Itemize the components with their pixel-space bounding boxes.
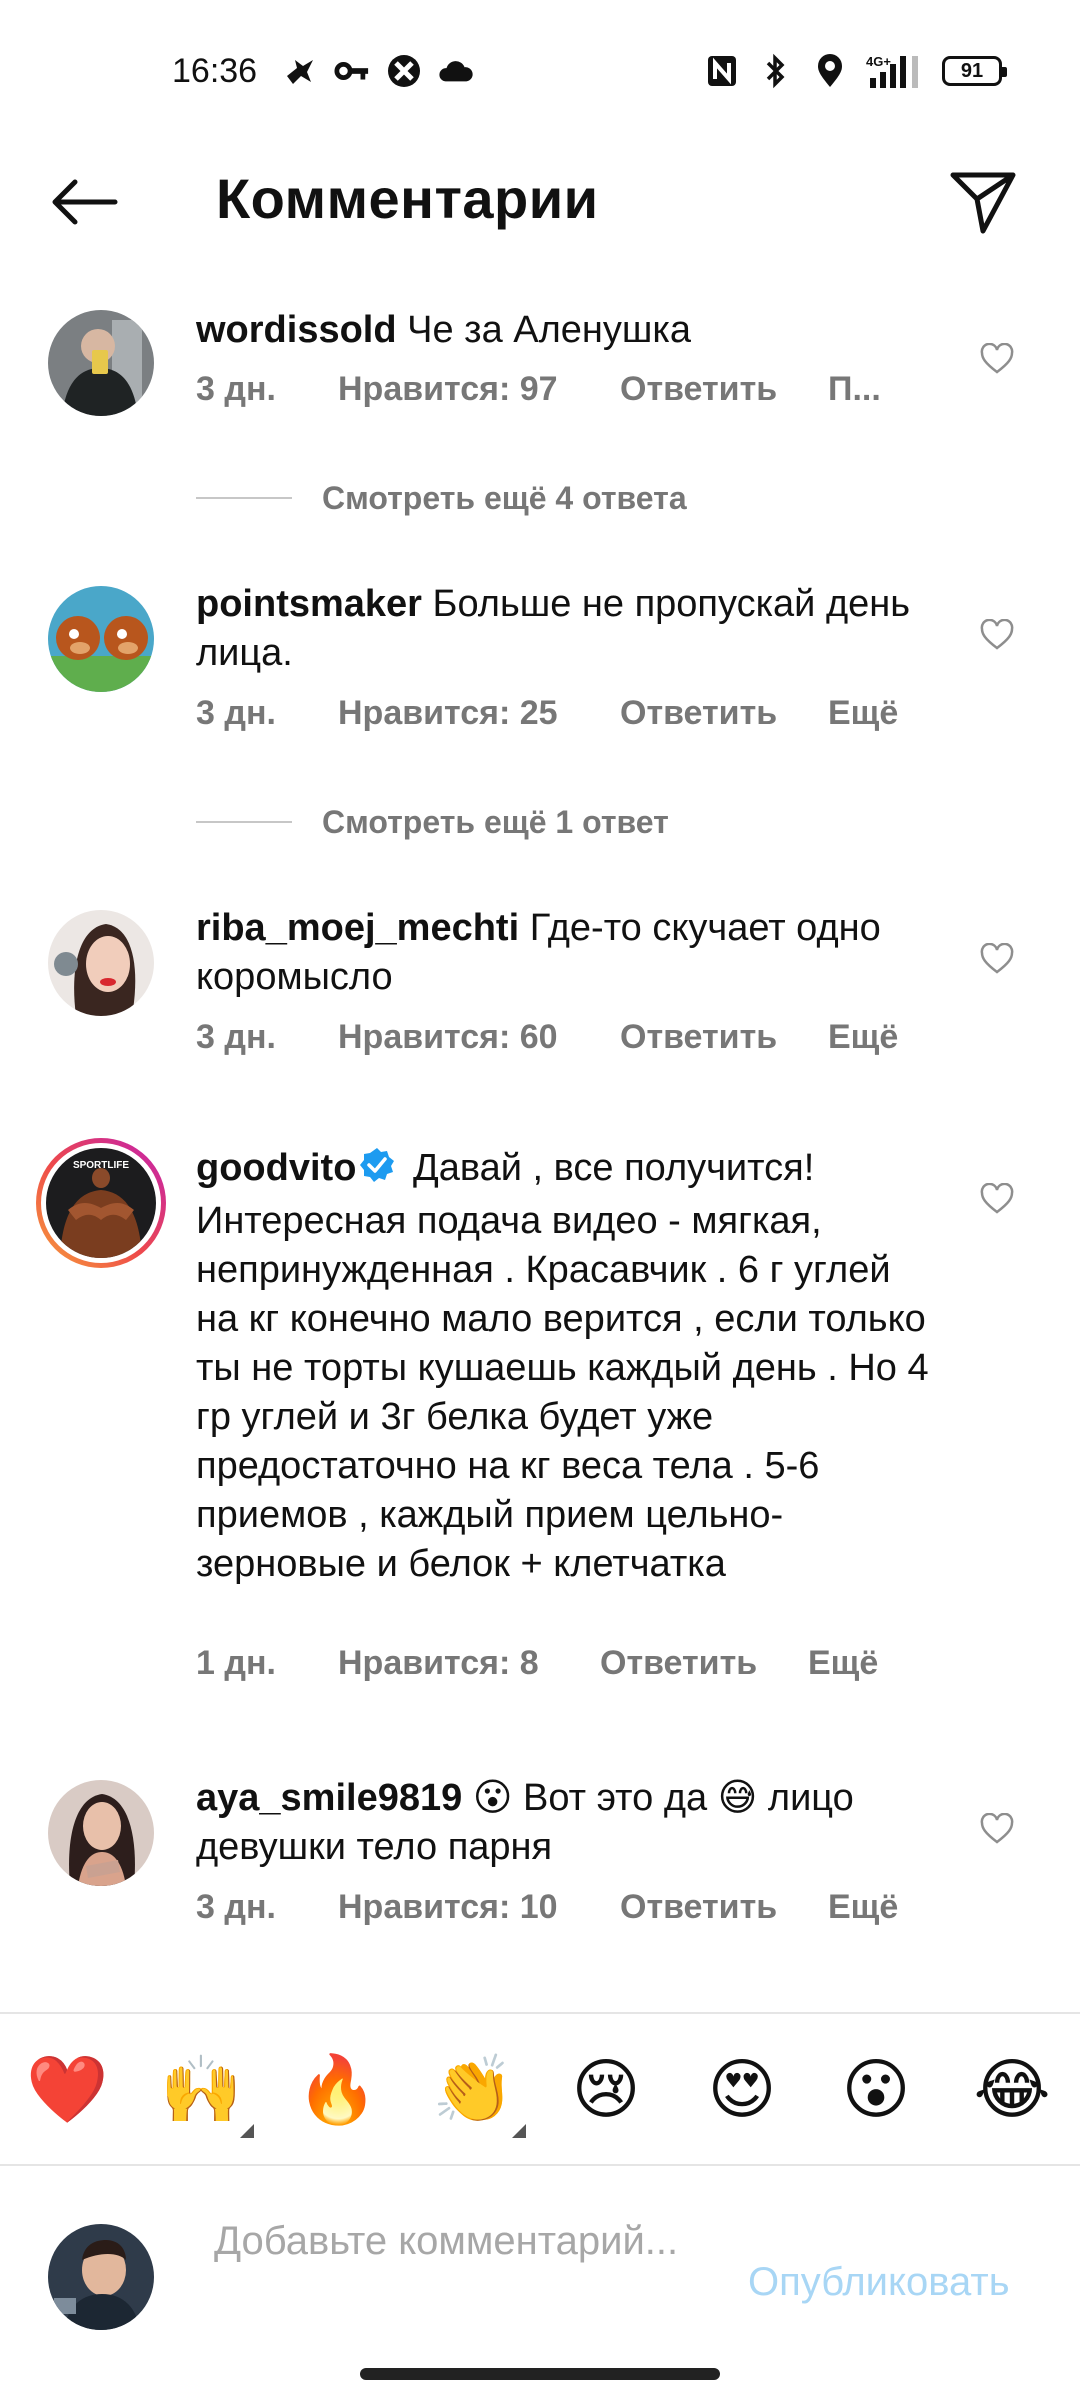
- avatar[interactable]: [48, 586, 154, 692]
- comment-username[interactable]: aya_smile9819: [196, 1777, 462, 1819]
- reply-button[interactable]: Ответить: [620, 694, 828, 744]
- more-button[interactable]: Ещё: [828, 1018, 898, 1068]
- view-replies-label: Смотреть ещё 4 ответа: [322, 479, 687, 516]
- reply-button[interactable]: Ответить: [620, 1888, 828, 1938]
- reply-button[interactable]: Ответить: [620, 1018, 828, 1068]
- emoji-surprised-button[interactable]: 😮: [836, 2050, 916, 2130]
- emoji-heart-eyes-button[interactable]: 😍: [702, 2050, 782, 2130]
- heart-icon: [980, 619, 1014, 650]
- comment-likes[interactable]: Нравится: 97: [338, 370, 620, 420]
- share-button[interactable]: [946, 166, 1022, 238]
- publish-button[interactable]: Опубликовать: [748, 2260, 1010, 2305]
- comment-text: Че за Аленушка: [407, 309, 691, 351]
- comment-username[interactable]: goodvito: [196, 1147, 356, 1189]
- heart-icon: [980, 343, 1014, 374]
- avatar[interactable]: [48, 910, 154, 1016]
- more-button[interactable]: П...: [828, 370, 881, 420]
- signal-icon: 4G+: [866, 53, 924, 89]
- divider-line: [196, 821, 292, 823]
- divider-line: [196, 497, 292, 499]
- svg-text:4G+: 4G+: [866, 54, 891, 69]
- like-button[interactable]: [972, 334, 1022, 384]
- comment-likes[interactable]: Нравится: 25: [338, 694, 620, 744]
- more-button[interactable]: Ещё: [828, 694, 898, 744]
- location-icon: [812, 53, 848, 89]
- paper-plane-icon: [950, 172, 1016, 234]
- emoji-heart-button[interactable]: ❤️: [26, 2050, 108, 2130]
- emoji-fire-button[interactable]: 🔥: [296, 2050, 378, 2130]
- comment-text: Давай , все получится! Интересная подача…: [196, 1147, 929, 1585]
- like-button[interactable]: [972, 1174, 1022, 1224]
- verified-badge-icon: [358, 1146, 396, 1197]
- heart-icon: [980, 943, 1014, 974]
- like-button[interactable]: [972, 610, 1022, 660]
- like-button[interactable]: [972, 934, 1022, 984]
- comment-likes[interactable]: Нравится: 10: [338, 1888, 620, 1938]
- cloud-icon: [438, 53, 474, 89]
- comment-time: 3 дн.: [196, 694, 276, 732]
- reply-button[interactable]: Ответить: [620, 370, 828, 420]
- avatar-label: SPORTLIFE: [73, 1160, 129, 1171]
- comment-time: 1 дн.: [196, 1644, 276, 1682]
- comment-username[interactable]: riba_moej_mechti: [196, 907, 519, 949]
- heart-icon: [980, 1813, 1014, 1844]
- page-title: Комментарии: [216, 167, 599, 230]
- comment-time: 3 дн.: [196, 1888, 276, 1926]
- my-avatar: [48, 2224, 154, 2330]
- more-button[interactable]: Ещё: [808, 1644, 878, 1694]
- avatar[interactable]: [48, 310, 154, 416]
- comment-item: riba_moej_mechti Где-то скучает одно кор…: [0, 904, 1080, 1074]
- emoji-raised-hands-button[interactable]: 🙌: [160, 2050, 242, 2130]
- bird-icon: [282, 53, 318, 89]
- nfc-icon: [704, 53, 740, 89]
- comment-username[interactable]: wordissold: [196, 309, 397, 351]
- heart-icon: [980, 1183, 1014, 1214]
- comment-item: wordissold Че за Аленушка 3 дн. Нравится…: [0, 306, 1080, 446]
- comment-item: pointsmaker Больше не пропускай день лиц…: [0, 580, 1080, 750]
- arrow-left-icon: [52, 179, 118, 225]
- avatar[interactable]: [48, 1780, 154, 1886]
- emoji-clapping-button[interactable]: 👏: [432, 2050, 514, 2130]
- emoji-quick-bar: ❤️ 🙌 🔥 👏 😢 😍 😮 😂: [0, 2012, 1080, 2166]
- comment-emoji: 😮: [472, 1777, 513, 1819]
- status-time: 16:36: [172, 52, 258, 90]
- avatar: SPORTLIFE: [46, 1148, 156, 1258]
- comment-item: SPORTLIFE goodvito Давай , все получится…: [0, 1138, 1080, 1704]
- view-replies-label: Смотреть ещё 1 ответ: [322, 803, 669, 840]
- reply-button[interactable]: Ответить: [600, 1644, 808, 1694]
- comment-likes[interactable]: Нравится: 8: [338, 1644, 600, 1694]
- emoji-crying-button[interactable]: 😢: [566, 2050, 646, 2130]
- comment-text: Вот это да: [523, 1777, 708, 1819]
- comment-input[interactable]: Добавьте комментарий...: [214, 2216, 714, 2266]
- comment-time: 3 дн.: [196, 1018, 276, 1056]
- comment-username[interactable]: pointsmaker: [196, 583, 422, 625]
- battery-icon: 91: [942, 56, 1007, 86]
- header: Комментарии: [0, 140, 1080, 260]
- comment-emoji: 😅: [717, 1777, 758, 1819]
- back-button[interactable]: [46, 170, 122, 234]
- comment-composer: Добавьте комментарий... Опубликовать: [0, 2164, 1080, 2400]
- avatar-story-ring[interactable]: SPORTLIFE: [36, 1138, 166, 1268]
- key-icon: [334, 53, 370, 89]
- emoji-laughing-button[interactable]: 😂: [972, 2050, 1052, 2130]
- bluetooth-icon: [758, 53, 794, 89]
- view-replies-button[interactable]: Смотреть ещё 1 ответ: [196, 800, 669, 844]
- battery-level: 91: [960, 59, 984, 82]
- comment-item: aya_smile9819 😮 Вот это да 😅 лицо девушк…: [0, 1774, 1080, 1944]
- comment-likes[interactable]: Нравится: 60: [338, 1018, 620, 1068]
- home-indicator[interactable]: [360, 2368, 720, 2380]
- vpn-icon: [386, 53, 422, 89]
- status-bar: 16:36 4G+ 91: [0, 0, 1080, 140]
- skin-tone-indicator-icon: [512, 2124, 526, 2138]
- more-button[interactable]: Ещё: [828, 1888, 898, 1938]
- view-replies-button[interactable]: Смотреть ещё 4 ответа: [196, 476, 687, 520]
- comment-time: 3 дн.: [196, 370, 276, 408]
- like-button[interactable]: [972, 1804, 1022, 1854]
- skin-tone-indicator-icon: [240, 2124, 254, 2138]
